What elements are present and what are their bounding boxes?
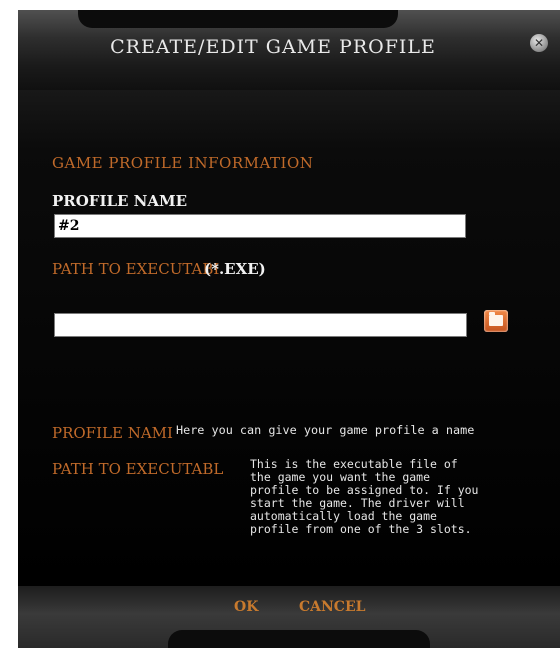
cancel-button[interactable]: CANCEL	[299, 599, 365, 615]
title-bar: CREATE/EDIT GAME PROFILE ✕	[18, 10, 560, 90]
profile-name-label: PROFILE NAME	[52, 192, 188, 210]
folder-icon	[489, 312, 503, 326]
close-icon[interactable]: ✕	[530, 34, 548, 52]
path-label: PATH TO EXECUTABI	[52, 260, 220, 278]
help-profile-name-text: Here you can give your game profile a na…	[176, 423, 475, 437]
browse-folder-button[interactable]	[484, 310, 508, 332]
help-path-label: PATH TO EXECUTABL	[52, 460, 224, 478]
ok-button[interactable]: OK	[234, 599, 258, 615]
section-heading: GAME PROFILE INFORMATION	[52, 154, 314, 172]
dialog-title: CREATE/EDIT GAME PROFILE	[110, 36, 436, 58]
profile-dialog: CREATE/EDIT GAME PROFILE ✕ GAME PROFILE …	[18, 10, 560, 648]
help-path-text: This is the executable file of the game …	[250, 457, 479, 536]
path-input[interactable]	[54, 313, 467, 337]
footer-notch	[168, 630, 430, 648]
footer-bar	[18, 586, 560, 648]
help-profile-name-label: PROFILE NAMI	[52, 424, 173, 442]
path-suffix-label: (*.EXE)	[204, 260, 266, 278]
title-notch	[78, 10, 398, 28]
profile-name-input[interactable]: #2	[54, 214, 466, 238]
